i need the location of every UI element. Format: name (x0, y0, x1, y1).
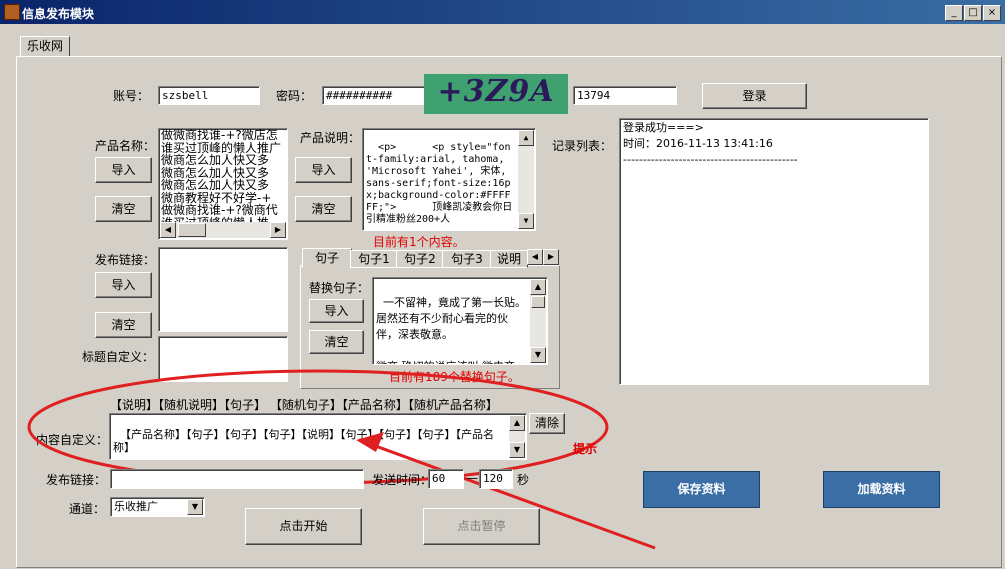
save-data-button[interactable]: 保存资料 (643, 471, 760, 508)
channel-label: 通道： (69, 502, 106, 516)
annotation-ellipse (27, 369, 609, 485)
chevron-down-icon[interactable]: ▼ (187, 499, 203, 515)
time-dash: — (466, 471, 478, 485)
seconds-label: 秒 (517, 473, 530, 487)
pause-button[interactable]: 点击暂停 (423, 508, 540, 545)
bottom-link-input[interactable] (110, 469, 364, 489)
send-time-label: 发送时间： (372, 473, 433, 487)
start-button[interactable]: 点击开始 (245, 508, 362, 545)
annotation-label: 提示 (573, 442, 598, 456)
time-from-input[interactable]: 60 (428, 469, 464, 489)
bottom-link-label: 发布链接： (46, 473, 107, 487)
channel-select[interactable]: 乐收推广 ▼ (110, 497, 205, 517)
channel-value: 乐收推广 (114, 500, 158, 513)
load-data-button[interactable]: 加载资料 (823, 471, 940, 508)
time-to-input[interactable]: 120 (479, 469, 513, 489)
